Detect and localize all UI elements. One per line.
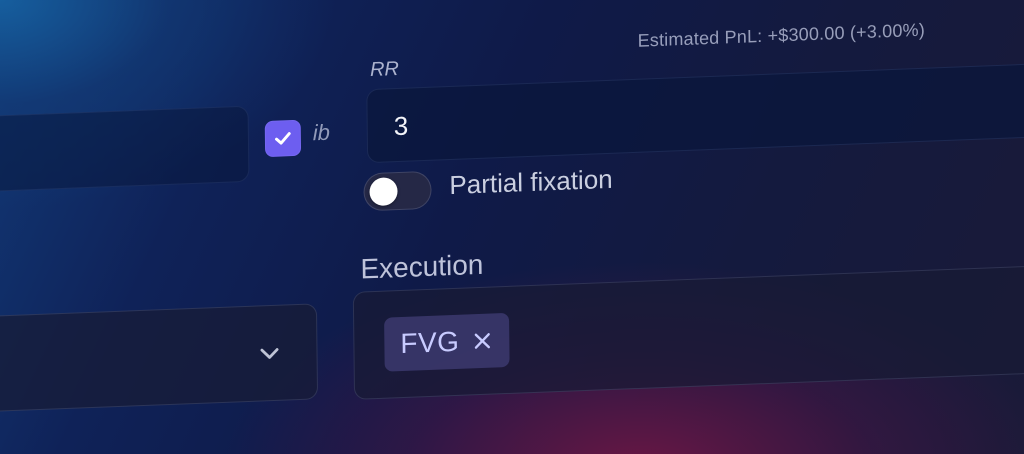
estimated-pnl: Estimated PnL: +$300.00 (+3.00%) [637, 19, 926, 51]
execution-label: Execution [360, 248, 484, 285]
left-text-field[interactable] [0, 105, 250, 193]
rr-input-value: 3 [393, 110, 409, 142]
chevron-down-icon [260, 348, 279, 359]
execution-multiselect[interactable]: FVG [352, 264, 1024, 400]
checkmark-icon [275, 132, 291, 145]
ib-checkbox[interactable] [264, 119, 302, 158]
rr-input[interactable]: 3 [366, 62, 1024, 164]
screen: ib Estimated PnL: +$300.00 (+3.00%) RR 3… [0, 0, 1024, 454]
execution-chip: FVG [384, 312, 510, 372]
form-panel: ib Estimated PnL: +$300.00 (+3.00%) RR 3… [0, 0, 1024, 454]
partial-fixation-toggle[interactable] [363, 170, 432, 212]
dropdown-select[interactable] [0, 303, 319, 413]
partial-fixation-label: Partial fixation [449, 163, 613, 201]
rr-label: RR [369, 57, 400, 82]
close-icon[interactable] [471, 329, 493, 352]
ib-checkbox-label: ib [312, 119, 331, 146]
toggle-knob [369, 177, 398, 207]
chip-label: FVG [400, 325, 460, 360]
